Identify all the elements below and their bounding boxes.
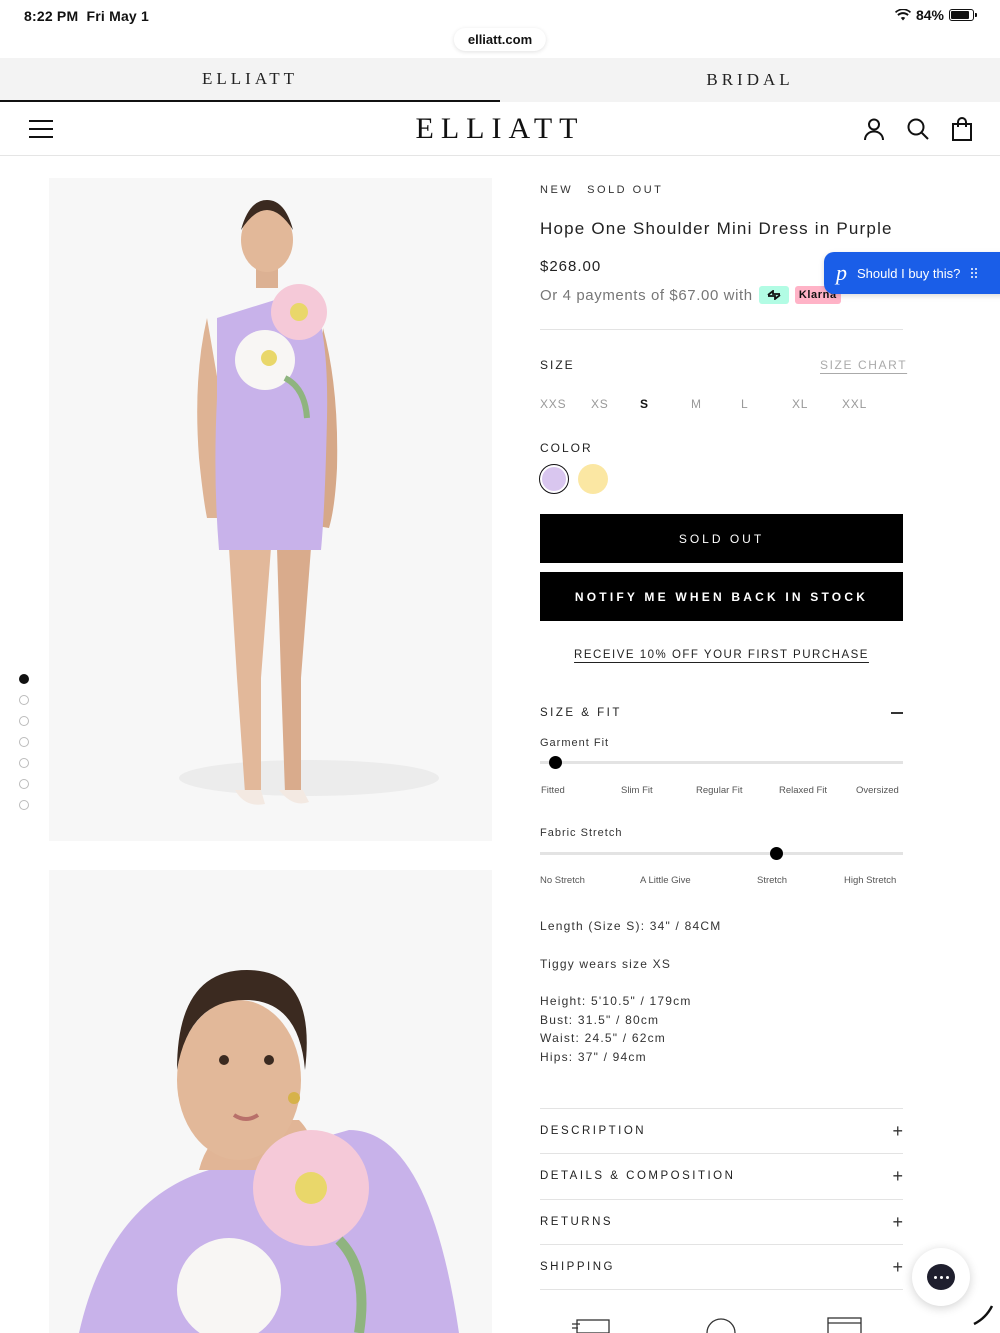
chat-button[interactable] [912,1248,970,1306]
measurement-waist: Waist: 24.5" / 62cm [540,1031,666,1045]
trust-icons [572,1317,862,1333]
gallery-dot[interactable] [19,779,29,789]
status-bar: 8:22 PM Fri May 1 84% [0,0,1000,30]
size-option-xxs[interactable]: XXS [540,397,566,411]
scale-label: Stretch [757,875,788,886]
brand-tabs: ELLIATT BRIDAL [0,58,1000,102]
scale-label: Regular Fit [696,785,743,796]
site-logo[interactable]: ELLIATT [416,112,585,146]
widget-label: Should I buy this? [857,265,961,281]
size-chart-link[interactable]: SIZE CHART [820,358,907,372]
sold-out-button[interactable]: SOLD OUT [540,514,903,563]
accordion-details-composition[interactable]: DETAILS & COMPOSITION + [540,1153,903,1198]
gallery-dot[interactable] [19,716,29,726]
badge-new: NEW [540,184,574,196]
product-photo-closeup-illustration [79,970,459,1333]
status-time: 8:22 PM Fri May 1 [24,8,149,24]
product-image-full[interactable] [49,178,492,841]
should-i-buy-widget[interactable]: p Should I buy this? [824,252,1000,294]
tab-elliatt[interactable]: ELLIATT [0,58,500,102]
bag-icon[interactable] [949,116,975,142]
resize-handle-icon[interactable] [970,1302,996,1328]
model-measurements: Height: 5'10.5" / 179cm Bust: 31.5" / 80… [540,992,903,1066]
gallery-dot[interactable] [19,674,29,684]
gallery-dot[interactable] [19,737,29,747]
collapse-icon[interactable] [891,712,903,714]
plus-icon: + [892,1256,903,1277]
fabric-stretch-track [540,852,903,855]
notify-me-button[interactable]: NOTIFY ME WHEN BACK IN STOCK [540,572,903,621]
size-option-xxl[interactable]: XXL [842,397,867,411]
scale-label: Relaxed Fit [779,785,828,796]
scale-label: Fitted [541,785,565,796]
color-swatch-yellow[interactable] [578,464,608,494]
wifi-icon [894,9,911,21]
battery-level [951,11,969,19]
site-header: ELLIATT [0,102,1000,156]
measurement-hips: Hips: 37" / 94cm [540,1049,647,1064]
fabric-stretch-marker [769,847,783,860]
garment-fit-label: Garment Fit [540,737,610,749]
drag-handle-icon[interactable] [970,267,978,279]
plus-icon: + [892,1165,903,1186]
account-icon[interactable] [861,116,887,142]
color-swatch-purple[interactable] [539,464,569,494]
plus-icon: + [892,1120,903,1141]
scale-label: Slim Fit [621,785,653,796]
fabric-stretch-label: Fabric Stretch [540,827,623,839]
accordion-shipping[interactable]: SHIPPING + [540,1244,903,1289]
garment-fit-track [540,761,903,764]
widget-logo: p [836,260,847,285]
badge-sold-out: SOLD OUT [587,184,664,196]
divider [540,329,903,330]
scale-label: A Little Give [640,875,691,886]
promo-link-wrap: RECEIVE 10% OFF YOUR FIRST PURCHASE [540,649,903,661]
gallery-dot[interactable] [19,800,29,810]
gallery-dot[interactable] [19,695,29,705]
card-icon [827,1317,862,1333]
chat-icon [927,1264,955,1290]
size-option-xs[interactable]: XS [591,397,609,411]
scale-label: High Stretch [844,875,897,886]
scale-label: Oversized [856,785,899,796]
length-info: Length (Size S): 34" / 84CM [540,919,722,933]
gallery-dots [19,674,29,810]
truck-icon [572,1319,610,1333]
measurement-height: Height: 5'10.5" / 179cm [540,994,692,1008]
promo-link[interactable]: RECEIVE 10% OFF YOUR FIRST PURCHASE [574,649,869,661]
size-option-xl[interactable]: XL [792,397,808,411]
tab-bridal[interactable]: BRIDAL [500,58,1000,102]
accordion-description[interactable]: DESCRIPTION + [540,1108,903,1153]
product-photo-illustration [179,200,439,805]
size-option-s[interactable]: S [640,397,649,411]
battery-percent: 84% [915,7,944,23]
product-badges: NEW SOLD OUT [540,184,903,196]
size-option-m[interactable]: M [691,397,702,411]
scale-label: No Stretch [540,875,585,886]
garment-fit-marker [548,756,562,769]
product-title: Hope One Shoulder Mini Dress in Purple [540,219,893,238]
measurement-bust: Bust: 31.5" / 80cm [540,1012,660,1027]
search-icon[interactable] [905,116,931,142]
menu-icon[interactable] [29,120,53,138]
product-image-closeup[interactable] [49,870,492,1333]
status-right: 84% [894,7,977,23]
afterpay-logo-icon [758,286,789,304]
package-icon [706,1318,736,1333]
battery-icon [949,9,977,21]
color-label: COLOR [540,441,593,455]
plus-icon: + [892,1211,903,1232]
accordion-returns[interactable]: RETURNS + [540,1199,903,1244]
gallery-dot[interactable] [19,758,29,768]
model-size-info: Tiggy wears size XS [540,957,672,971]
size-fit-heading[interactable]: SIZE & FIT [540,707,903,719]
size-option-l[interactable]: L [741,397,748,411]
url-bar[interactable]: elliatt.com [453,28,547,51]
installment-text: Or 4 payments of $67.00 with [540,286,753,304]
divider [540,1289,903,1290]
